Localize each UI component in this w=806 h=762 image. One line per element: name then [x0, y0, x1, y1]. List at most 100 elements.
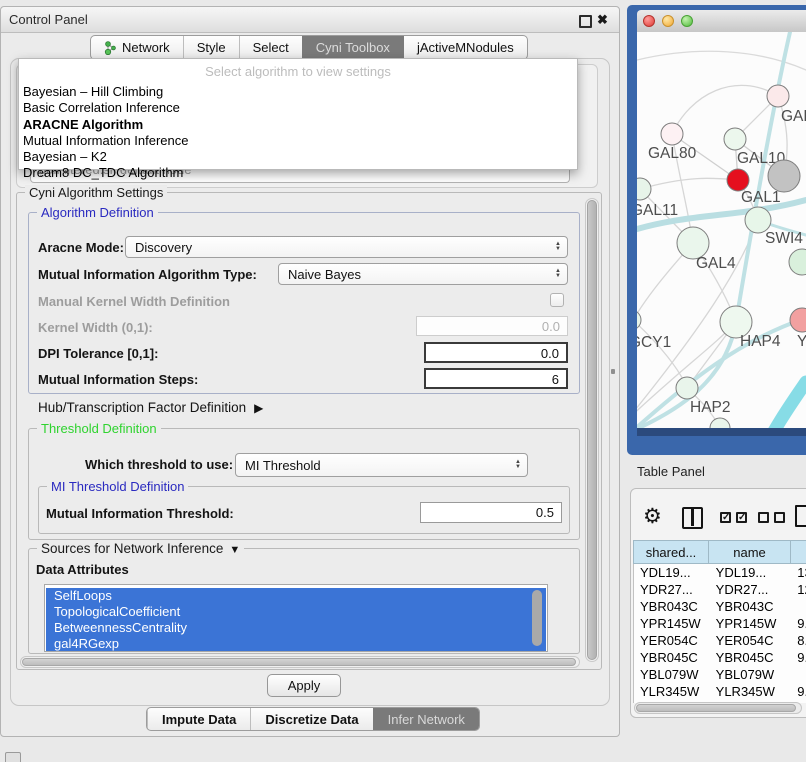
aracne-mode-combobox[interactable]: Discovery: [125, 236, 568, 258]
combobox-value: Naive Bayes: [288, 267, 361, 282]
table-row[interactable]: YLR345W YLR345W 9.: [634, 683, 806, 700]
network-node-gal10[interactable]: [724, 128, 746, 150]
network-view-canvas[interactable]: GALGAL80GAL10GAL1GAL11SWI4GAL4GCY1HAP4YH…: [637, 32, 806, 428]
dpi-tolerance-label: DPI Tolerance [0,1]:: [38, 346, 158, 361]
network-node-green-right[interactable]: [789, 249, 806, 275]
table-cell: YPR145W: [710, 616, 792, 631]
table-row[interactable]: YDR27... YDR27... 12: [634, 581, 806, 598]
data-attributes-list: SelfLoopsTopologicalCoefficientBetweenne…: [44, 584, 548, 652]
network-node-gal1[interactable]: [727, 169, 749, 191]
network-edge[interactable]: [672, 85, 778, 134]
tab-network[interactable]: Network: [91, 36, 183, 59]
screen: Control Panel Network Style Select Cyni …: [0, 0, 806, 762]
mi-type-label: Mutual Information Algorithm Type:: [38, 267, 257, 282]
table-row[interactable]: YBL079W YBL079W: [634, 666, 806, 683]
network-node-gal-top[interactable]: [767, 85, 789, 107]
network-node-gal11[interactable]: [637, 178, 651, 200]
table-cell: YBL079W: [710, 667, 792, 682]
gear-icon[interactable]: [643, 504, 662, 529]
table-cell: 13: [791, 565, 806, 580]
kernel-width-field[interactable]: 0.0: [416, 316, 568, 336]
control-panel-titlebar[interactable]: [1, 7, 619, 33]
tab-style[interactable]: Style: [183, 36, 239, 59]
algorithm-option[interactable]: Bayesian – Hill Climbing: [19, 84, 577, 100]
algorithm-option[interactable]: Mutual Information Inference: [19, 133, 577, 149]
attribute-item[interactable]: TopologicalCoefficient: [46, 604, 546, 620]
network-node-pink-right[interactable]: [790, 308, 806, 332]
network-node-hap2[interactable]: [676, 377, 698, 399]
network-edge[interactable]: [637, 320, 687, 388]
network-edge[interactable]: [760, 382, 806, 428]
tab-jactivemnodules[interactable]: jActiveMNodules: [403, 36, 527, 59]
settings-horizontal-scrollbar[interactable]: [20, 656, 580, 668]
network-edge[interactable]: [640, 178, 738, 189]
table-cell: YBR045C: [634, 650, 710, 665]
tab-label: Network: [122, 40, 170, 55]
close-traffic-light-icon[interactable]: [643, 15, 655, 27]
bottom-tabbar: Impute DataDiscretize DataInfer Network: [146, 707, 480, 731]
scrollbar-thumb[interactable]: [22, 658, 576, 666]
columns-icon[interactable]: [682, 507, 703, 529]
table-cell: YDR27...: [710, 582, 792, 597]
table-horizontal-scrollbar[interactable]: [634, 702, 802, 714]
table-row[interactable]: YPR145W YPR145W 9.: [634, 615, 806, 632]
apply-button[interactable]: Apply: [267, 674, 341, 697]
unchecked-checkbox-icon[interactable]: [758, 512, 769, 523]
tab-cyni-toolbox[interactable]: Cyni Toolbox: [302, 36, 403, 59]
scrollbar-thumb[interactable]: [636, 704, 796, 712]
table-cell: YER054C: [634, 633, 710, 648]
dpi-tolerance-field[interactable]: 0.0: [424, 342, 568, 363]
document-icon[interactable]: [795, 505, 806, 527]
table-row[interactable]: YBR043C YBR043C: [634, 598, 806, 615]
splitter-handle[interactable]: [611, 369, 615, 374]
algorithm-option[interactable]: ARACNE Algorithm: [19, 117, 577, 133]
table-cell: YDR27...: [634, 582, 710, 597]
dropdown-placeholder: Select algorithm to view settings: [19, 59, 577, 84]
close-icon[interactable]: [597, 12, 608, 28]
hub-definition-toggle[interactable]: Hub/Transcription Factor Definition: [38, 400, 263, 415]
which-threshold-combobox[interactable]: MI Threshold: [235, 453, 528, 477]
minimize-traffic-light-icon[interactable]: [662, 15, 674, 27]
checked-checkbox-icon[interactable]: [720, 512, 731, 523]
column-header[interactable]: shared...: [633, 540, 709, 564]
column-header[interactable]: A: [791, 540, 806, 564]
attributes-scrollbar-thumb[interactable]: [532, 590, 542, 646]
network-node-bottom-node[interactable]: [710, 418, 730, 428]
bottom-tab[interactable]: Impute Data: [147, 708, 250, 730]
sources-group-toggle[interactable]: Sources for Network Inference: [37, 541, 244, 556]
network-node-label: GAL4: [696, 255, 736, 272]
algorithm-option[interactable]: Bayesian – K2: [19, 149, 577, 165]
checked-checkbox-icon[interactable]: [736, 512, 747, 523]
manual-kernel-checkbox[interactable]: [550, 293, 564, 307]
column-header[interactable]: name: [709, 540, 791, 564]
attribute-item[interactable]: gal4RGexp: [46, 636, 546, 652]
network-node-label: GCY1: [637, 334, 671, 351]
float-window-icon[interactable]: [579, 15, 592, 28]
network-node-gal80[interactable]: [661, 123, 683, 145]
table-cell: YER054C: [710, 633, 792, 648]
tab-select[interactable]: Select: [239, 36, 302, 59]
bottom-tab[interactable]: Discretize Data: [250, 708, 372, 730]
algorithm-option[interactable]: Basic Correlation Inference: [19, 100, 577, 116]
attribute-item[interactable]: SelfLoops: [46, 588, 546, 604]
table-row[interactable]: YBR045C YBR045C 9.: [634, 649, 806, 666]
corner-panel-chip[interactable]: [5, 752, 21, 762]
spinner-arrows-icon: [555, 242, 561, 252]
table-row[interactable]: YDL19... YDL19... 13: [634, 564, 806, 581]
zoom-traffic-light-icon[interactable]: [681, 15, 693, 27]
node-table: shared... name A YDL19... YDL19... 13 YD…: [633, 540, 806, 703]
table-cell: 9.: [791, 616, 806, 631]
attribute-item[interactable]: BetweennessCentrality: [46, 620, 546, 636]
group-title: Algorithm Definition: [37, 205, 158, 220]
algorithm-option[interactable]: Dream8 DC_TDC Algorithm: [19, 165, 577, 181]
mi-threshold-field[interactable]: 0.5: [420, 502, 562, 523]
unchecked-checkbox-icon[interactable]: [774, 512, 785, 523]
mi-type-combobox[interactable]: Naive Bayes: [278, 263, 568, 285]
table-row[interactable]: YER054C YER054C 8.: [634, 632, 806, 649]
network-node-gray-node[interactable]: [768, 160, 800, 192]
bottom-tab[interactable]: Infer Network: [373, 708, 479, 730]
mi-steps-field[interactable]: 6: [424, 368, 568, 389]
settings-vertical-scrollbar[interactable]: [585, 198, 599, 662]
aracne-mode-label: Aracne Mode:: [38, 240, 124, 255]
scrollbar-thumb[interactable]: [587, 200, 597, 660]
